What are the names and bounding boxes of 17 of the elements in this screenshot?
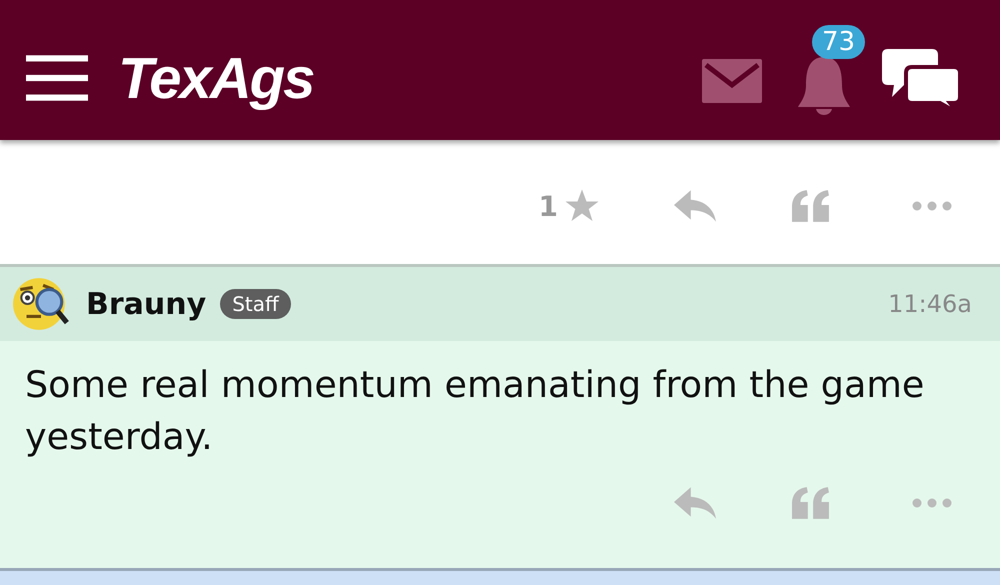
more-icon[interactable]	[912, 498, 952, 508]
quote-icon[interactable]	[792, 190, 830, 222]
star-icon[interactable]	[564, 188, 600, 224]
menu-icon[interactable]	[26, 55, 88, 101]
more-icon[interactable]	[912, 201, 952, 211]
reply-icon[interactable]	[674, 190, 716, 222]
star-count: 1	[538, 190, 558, 222]
reply-icon[interactable]	[674, 487, 716, 519]
avatar-icon[interactable]	[12, 275, 70, 333]
logo[interactable]: TexAgs	[118, 44, 314, 112]
notification-badge: 73	[812, 25, 866, 59]
post-text: Some real momentum emanating from the game yesterday.	[25, 362, 926, 460]
envelope-icon[interactable]	[702, 59, 762, 103]
author-name[interactable]: Brauny	[86, 286, 206, 322]
staff-badge: Staff	[220, 289, 291, 319]
quote-icon[interactable]	[792, 487, 830, 519]
post-time: 11:46a	[888, 290, 972, 318]
